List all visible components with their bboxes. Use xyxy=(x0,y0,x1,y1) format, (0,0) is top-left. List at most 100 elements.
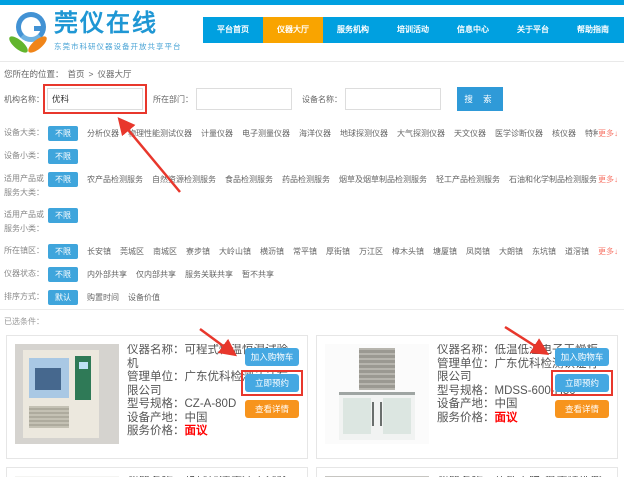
filter-option[interactable]: 核仪器 xyxy=(552,126,576,141)
equipment-card: 仪器名称：机械加速度冲击试验机 管理单位：广东优科检测认证有限公司 加入购物车 … xyxy=(6,467,308,477)
equipment-card-grid: 仪器名称：可程式恒温恒湿试验机 管理单位：广东优科检测认证有限公司 型号规格：C… xyxy=(0,333,624,477)
more-link[interactable]: 更多↓ xyxy=(598,126,620,141)
equipment-photo[interactable] xyxy=(325,344,429,444)
add-to-cart-button[interactable]: 加入购物车 xyxy=(555,348,609,366)
filter-option[interactable]: 轻工产品检测服务 xyxy=(436,172,500,187)
filter-option[interactable]: 大岭山镇 xyxy=(219,244,251,259)
filter-option[interactable]: 海洋仪器 xyxy=(299,126,331,141)
filter-option[interactable]: 大朗镇 xyxy=(499,244,523,259)
filter-chip-unlimited[interactable]: 不限 xyxy=(48,208,78,223)
filter-option[interactable]: 樟木头镇 xyxy=(392,244,424,259)
add-to-cart-button[interactable]: 加入购物车 xyxy=(245,348,299,366)
filter-option[interactable]: 天文仪器 xyxy=(454,126,486,141)
filter-row-town: 所在镇区： 不限 长安镇莞城区南城区寮步镇大岭山镇横沥镇常平镇厚街镇万江区樟木头… xyxy=(0,240,624,263)
book-button-highlight-box: 立即预约 xyxy=(245,374,299,392)
breadcrumb-prefix: 您所在的位置： xyxy=(4,68,64,80)
filter-panel: 设备大类： 不限 分析仪器物理性能测试仪器计量仪器电子测量仪器海洋仪器地球探测仪… xyxy=(0,120,624,309)
nav-item[interactable]: 仪器大厅 xyxy=(263,17,323,43)
sort-option[interactable]: 设备价值 xyxy=(128,290,160,305)
sort-chip-default[interactable]: 默认 xyxy=(48,290,78,305)
filter-option[interactable]: 分析仪器 xyxy=(87,126,119,141)
breadcrumb-current: 仪器大厅 xyxy=(98,68,132,80)
filter-option[interactable]: 物理性能测试仪器 xyxy=(128,126,192,141)
filter-option[interactable]: 食品检测服务 xyxy=(225,172,273,187)
org-name-label: 机构名称： xyxy=(4,94,44,105)
field-value: CZ-A-80D xyxy=(185,398,237,410)
filter-option[interactable]: 南城区 xyxy=(153,244,177,259)
filter-option[interactable]: 常平镇 xyxy=(293,244,317,259)
filter-chip-unlimited[interactable]: 不限 xyxy=(48,126,78,141)
filter-option[interactable]: 万江区 xyxy=(359,244,383,259)
filter-option[interactable]: 农产品检测服务 xyxy=(87,172,143,187)
filter-option[interactable]: 塘厦镇 xyxy=(433,244,457,259)
filter-option[interactable]: 厚街镇 xyxy=(326,244,350,259)
sort-option[interactable]: 购置时间 xyxy=(87,290,119,305)
filter-label: 排序方式： xyxy=(4,290,48,304)
field-label: 管理单位： xyxy=(127,371,185,383)
search-button[interactable]: 搜 索 xyxy=(457,87,503,111)
filter-row-service-major: 适用产品或服务大类： 不限 农产品检测服务自然资源检测服务食品检测服务药品检测服… xyxy=(0,168,624,204)
field-label: 服务价格： xyxy=(127,425,185,437)
more-link[interactable]: 更多↓ xyxy=(598,244,620,259)
filter-option[interactable]: 道滘镇 xyxy=(565,244,589,259)
filter-row-sort: 排序方式： 默认 购置时间设备价值 xyxy=(0,286,624,309)
filter-option[interactable]: 大气探测仪器 xyxy=(397,126,445,141)
filter-option[interactable]: 医学诊断仪器 xyxy=(495,126,543,141)
filter-chip-unlimited[interactable]: 不限 xyxy=(48,267,78,282)
nav-item[interactable]: 服务机构 xyxy=(323,17,383,43)
org-name-input[interactable] xyxy=(47,88,143,110)
filter-option[interactable]: 特种检测仪器 xyxy=(585,126,598,141)
field-label: 设备产地： xyxy=(127,412,185,424)
filter-option[interactable]: 长安镇 xyxy=(87,244,111,259)
nav-item[interactable]: 帮助指南 xyxy=(563,17,623,43)
sort-options: 购置时间设备价值 xyxy=(87,290,160,305)
department-label: 所在部门： xyxy=(153,94,193,105)
instrument-hall-page: 莞仪在线 东莞市科研仪器设备开放共享平台 平台首页仪器大厅服务机构培训活动信息中… xyxy=(0,0,624,477)
filter-option[interactable]: 自然资源检测服务 xyxy=(152,172,216,187)
filter-option[interactable]: 内外部共享 xyxy=(87,267,127,282)
site-logo[interactable]: 莞仪在线 东莞市科研仪器设备开放共享平台 xyxy=(8,10,182,54)
filter-option[interactable]: 莞城区 xyxy=(120,244,144,259)
filter-option[interactable]: 药品检测服务 xyxy=(282,172,330,187)
filter-label: 适用产品或服务小类： xyxy=(4,208,48,236)
book-now-button[interactable]: 立即预约 xyxy=(555,374,609,392)
filter-option[interactable]: 横沥镇 xyxy=(260,244,284,259)
book-now-button[interactable]: 立即预约 xyxy=(245,374,299,392)
more-link[interactable]: 更多↓ xyxy=(598,172,620,187)
field-label: 型号规格： xyxy=(437,385,495,397)
filter-option[interactable]: 计量仪器 xyxy=(201,126,233,141)
breadcrumb-separator: > xyxy=(89,69,94,79)
filter-row-status: 仪器状态： 不限 内外部共享仅内部共享服务关联共享暂不共享 xyxy=(0,263,624,286)
filter-label: 设备大类： xyxy=(4,126,48,140)
view-details-button[interactable]: 查看详情 xyxy=(245,400,299,418)
filter-chip-unlimited[interactable]: 不限 xyxy=(48,244,78,259)
filter-chip-unlimited[interactable]: 不限 xyxy=(48,172,78,187)
filter-option[interactable]: 电子测量仪器 xyxy=(242,126,290,141)
department-input[interactable] xyxy=(196,88,292,110)
field-label: 型号规格： xyxy=(127,398,185,410)
device-input-wrap xyxy=(345,88,441,110)
equipment-photo[interactable] xyxy=(15,344,119,444)
device-name-input[interactable] xyxy=(345,88,441,110)
filter-option[interactable]: 地球探测仪器 xyxy=(340,126,388,141)
filter-option[interactable]: 寮步镇 xyxy=(186,244,210,259)
filter-option[interactable]: 东坑镇 xyxy=(532,244,556,259)
nav-item[interactable]: 平台首页 xyxy=(203,17,263,43)
filter-option[interactable]: 服务关联共享 xyxy=(185,267,233,282)
view-details-button[interactable]: 查看详情 xyxy=(555,400,609,418)
nav-item[interactable]: 培训活动 xyxy=(383,17,443,43)
nav-item[interactable]: 关于平台 xyxy=(503,17,563,43)
filter-option[interactable]: 烟草及烟草制品检测服务 xyxy=(339,172,427,187)
filter-option[interactable]: 仅内部共享 xyxy=(136,267,176,282)
filter-chip-unlimited[interactable]: 不限 xyxy=(48,149,78,164)
breadcrumb-home-link[interactable]: 首页 xyxy=(68,68,85,80)
filter-option[interactable]: 石油和化学制品检测服务 xyxy=(509,172,597,187)
site-title: 莞仪在线 xyxy=(54,10,182,38)
filter-label: 适用产品或服务大类： xyxy=(4,172,48,200)
nav-item[interactable]: 信息中心 xyxy=(443,17,503,43)
filter-option[interactable]: 凤岗镇 xyxy=(466,244,490,259)
filter-option[interactable]: 暂不共享 xyxy=(242,267,274,282)
field-value: 中国 xyxy=(185,412,208,424)
filter-label: 所在镇区： xyxy=(4,244,48,258)
site-tagline: 东莞市科研仪器设备开放共享平台 xyxy=(54,41,182,52)
